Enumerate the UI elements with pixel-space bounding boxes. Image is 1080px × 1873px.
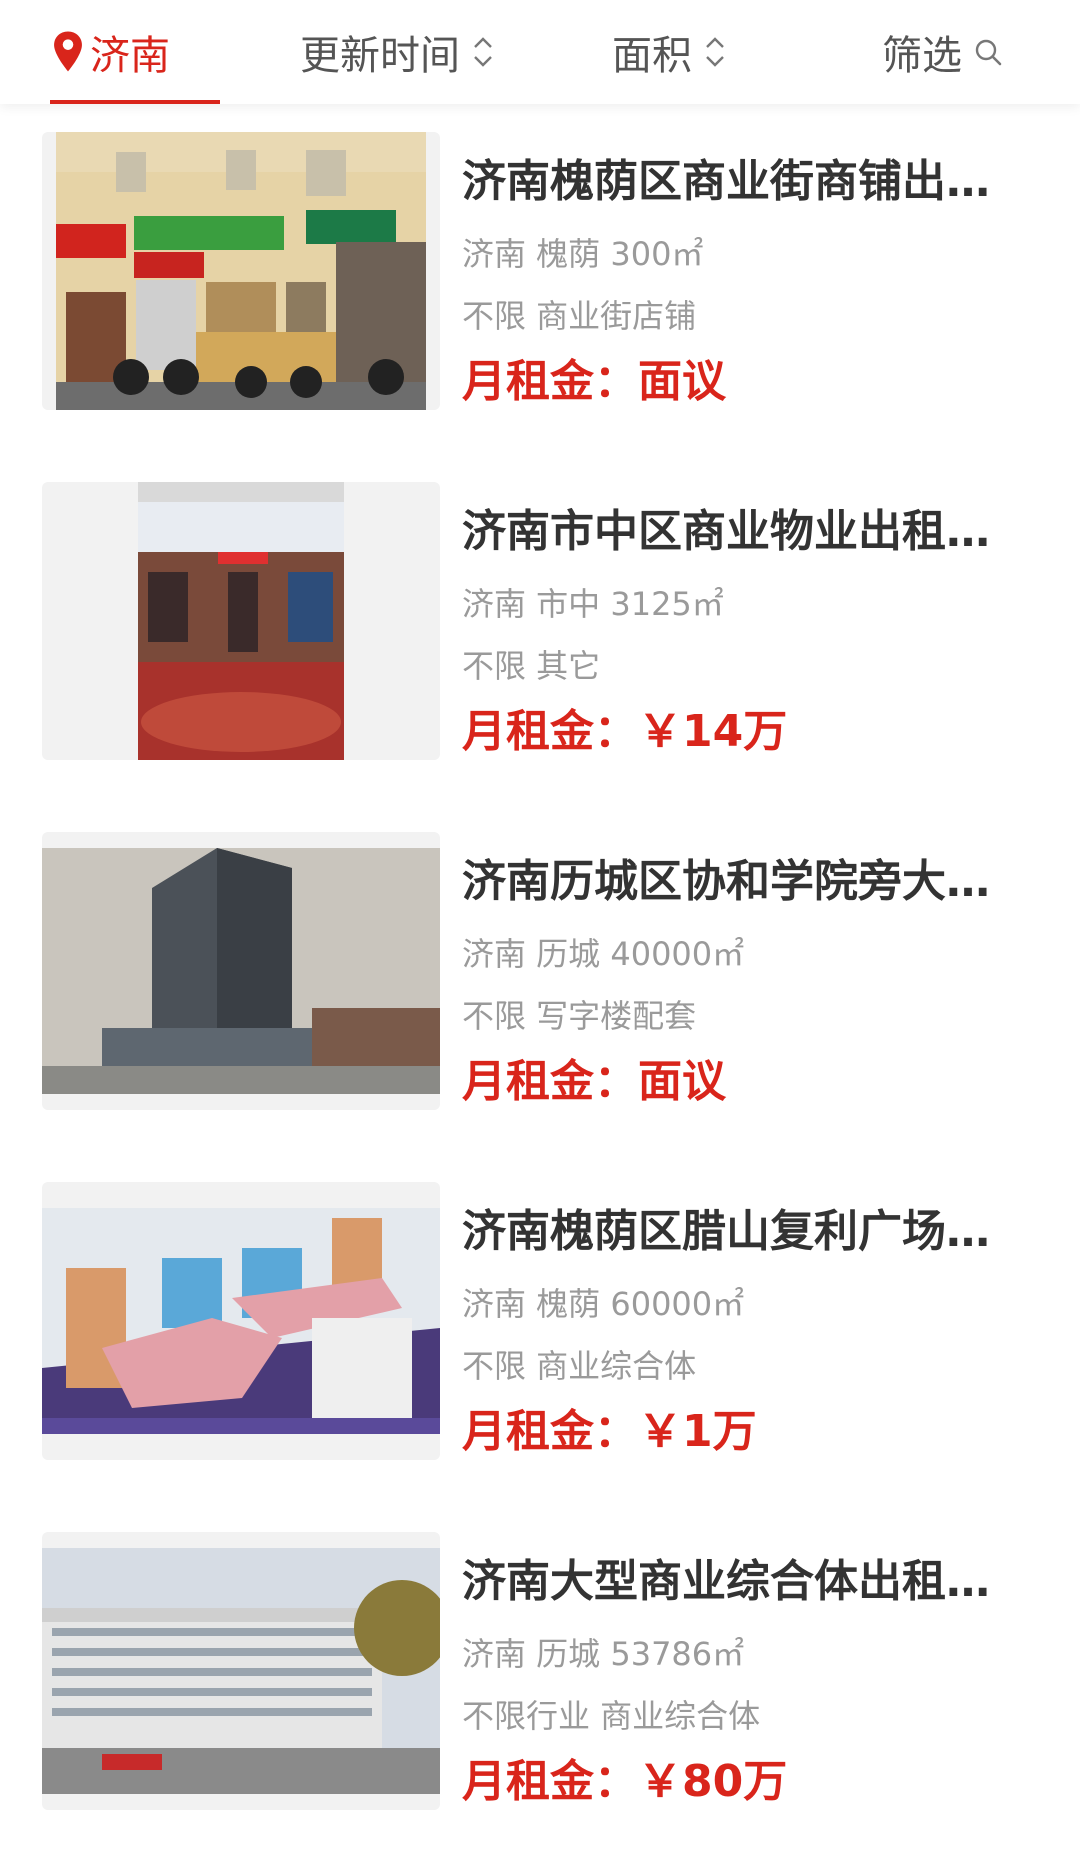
listing-price: 月租金：￥80万 <box>462 1754 787 1810</box>
listing-price: 月租金：面议 <box>462 354 726 410</box>
listing-industry-type: 不限 商业街店铺 <box>462 297 697 335</box>
listing-title[interactable]: 济南大型商业综合体出租53786平米 <box>462 1554 1007 1610</box>
price-value: ￥14万 <box>638 706 788 757</box>
listing-industry-type: 不限 其它 <box>462 647 601 685</box>
sort-updown-icon <box>474 37 492 67</box>
price-label: 月租金： <box>462 1756 638 1807</box>
office-tower-photo <box>42 848 440 1094</box>
sort-area[interactable]: 面积 <box>612 0 726 104</box>
city-selector[interactable]: 济南 <box>50 0 220 104</box>
commercial-complex-photo <box>42 1548 440 1794</box>
active-tab-underline <box>50 100 220 104</box>
search-icon <box>975 39 1002 66</box>
price-label: 月租金： <box>462 1056 638 1107</box>
sort-updown-icon <box>706 37 724 67</box>
price-value: 面议 <box>638 356 726 407</box>
listing-title[interactable]: 济南历城区协和学院旁大楼出租 <box>462 854 1007 910</box>
plaza-rendering <box>42 1208 440 1434</box>
sort-update-time-label: 更新时间 <box>300 33 460 79</box>
sort-area-label: 面积 <box>612 33 692 79</box>
listing-location-area: 济南 槐荫 60000㎡ <box>462 1285 745 1323</box>
listing-thumbnail[interactable] <box>42 832 440 1110</box>
storefront-photo <box>56 132 426 410</box>
price-value: 面议 <box>638 1056 726 1107</box>
listing-location-area: 济南 历城 40000㎡ <box>462 935 745 973</box>
city-label: 济南 <box>90 33 170 79</box>
listing-industry-type: 不限 商业综合体 <box>462 1347 697 1385</box>
listing-location-area: 济南 历城 53786㎡ <box>462 1635 745 1673</box>
sort-update-time[interactable]: 更新时间 <box>300 0 494 104</box>
listing-thumbnail[interactable] <box>42 1182 440 1460</box>
price-label: 月租金： <box>462 356 638 407</box>
listing-price: 月租金：￥1万 <box>462 1404 757 1460</box>
listing-price: 月租金：￥14万 <box>462 704 787 760</box>
listing-thumbnail[interactable] <box>42 1532 440 1810</box>
listing-thumbnail[interactable] <box>42 482 440 760</box>
listing-title[interactable]: 济南市中区商业物业出租3125平米 <box>462 504 1007 560</box>
listing-card[interactable]: 济南市中区商业物业出租3125平米 济南 市中 3125㎡ 不限 其它 月租金：… <box>0 482 1080 782</box>
lobby-photo <box>138 482 344 760</box>
price-value: ￥80万 <box>638 1756 788 1807</box>
listing-title[interactable]: 济南槐荫区腊山复利广场出租 <box>462 1204 1007 1260</box>
listing-thumbnail[interactable] <box>42 132 440 410</box>
listing-card[interactable]: 济南槐荫区商业街商铺出租300平米 济南 槐荫 300㎡ 不限 商业街店铺 月租… <box>0 132 1080 432</box>
filter-label: 筛选 <box>882 33 962 79</box>
listing-title[interactable]: 济南槐荫区商业街商铺出租300平米 <box>462 154 1007 210</box>
price-label: 月租金： <box>462 706 638 757</box>
filter-bar: 济南 更新时间 面积 筛选 <box>0 0 1080 104</box>
listing-card[interactable]: 济南历城区协和学院旁大楼出租 济南 历城 40000㎡ 不限 写字楼配套 月租金… <box>0 832 1080 1132</box>
listing-location-area: 济南 槐荫 300㎡ <box>462 235 704 273</box>
price-label: 月租金： <box>462 1406 638 1457</box>
listing-industry-type: 不限 写字楼配套 <box>462 997 697 1035</box>
listing-location-area: 济南 市中 3125㎡ <box>462 585 724 623</box>
listing-price: 月租金：面议 <box>462 1054 726 1110</box>
price-value: ￥1万 <box>638 1406 757 1457</box>
filter-button[interactable]: 筛选 <box>882 0 1002 104</box>
listing-card[interactable]: 济南大型商业综合体出租53786平米 济南 历城 53786㎡ 不限行业 商业综… <box>0 1532 1080 1832</box>
location-pin-icon <box>54 31 82 72</box>
listing-card[interactable]: 济南槐荫区腊山复利广场出租 济南 槐荫 60000㎡ 不限 商业综合体 月租金：… <box>0 1182 1080 1482</box>
listing-industry-type: 不限行业 商业综合体 <box>462 1697 761 1735</box>
